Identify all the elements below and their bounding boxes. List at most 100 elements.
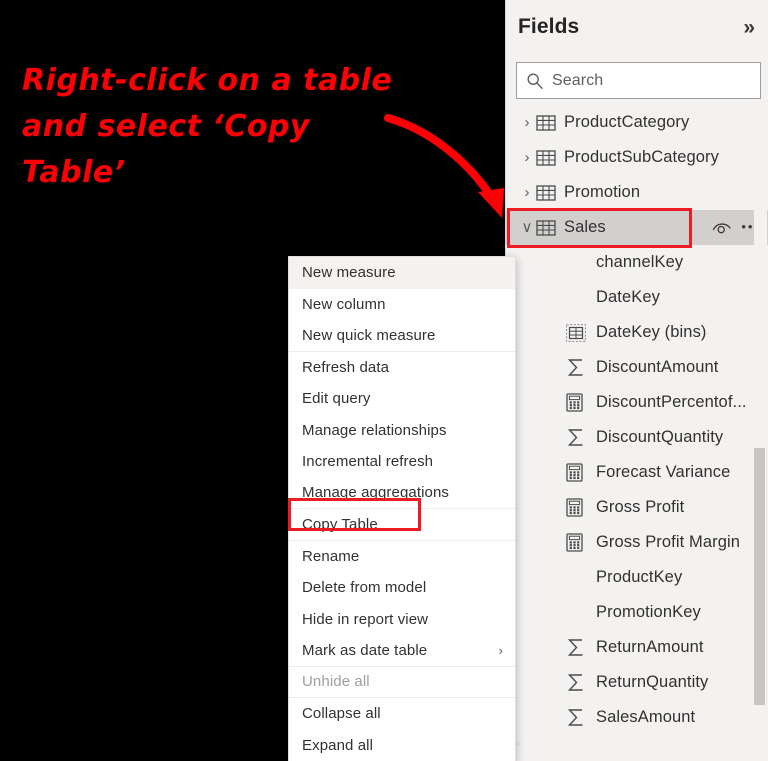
field-row-label: ReturnQuantity: [596, 673, 709, 691]
field-row[interactable]: DateKey: [506, 280, 768, 315]
field-row[interactable]: Gross Profit: [506, 490, 768, 525]
menu-item-new-column[interactable]: New column: [289, 289, 515, 321]
table-icon: [536, 149, 560, 167]
table-row-label: Sales: [564, 218, 606, 236]
menu-item-label: Rename: [302, 547, 360, 565]
table-row-label: Promotion: [564, 183, 641, 201]
field-row[interactable]: ReturnAmount: [506, 630, 768, 665]
fields-tree: › ProductCategory › ProductSubCategory › Prom…: [506, 105, 768, 761]
menu-item-label: Copy Table: [302, 515, 378, 533]
field-row-label: DiscountPercentof...: [596, 393, 747, 411]
menu-item-mark-as-date-table[interactable]: Mark as date table ›: [289, 635, 515, 667]
menu-item-collapse-all[interactable]: Collapse all: [289, 698, 515, 730]
table-row-productsubcategory[interactable]: › ProductSubCategory: [506, 140, 768, 175]
field-row-label: SalesAmount: [596, 708, 696, 726]
menu-item-edit-query[interactable]: Edit query: [289, 383, 515, 415]
submenu-chevron-right-icon: ›: [498, 642, 503, 658]
chevron-right-icon[interactable]: ›: [518, 115, 536, 130]
table-row-promotion[interactable]: › Promotion: [506, 175, 768, 210]
sigma-icon: [566, 638, 590, 657]
menu-item-label: Refresh data: [302, 358, 390, 376]
menu-item-label: Incremental refresh: [302, 453, 434, 471]
menu-item-label: Unhide all: [302, 673, 370, 691]
field-row-label: Gross Profit: [596, 498, 685, 516]
field-row[interactable]: ReturnQuantity: [506, 665, 768, 700]
field-row[interactable]: Gross Profit Margin: [506, 525, 768, 560]
fields-panel-header: Fields »: [506, 0, 768, 54]
menu-item-label: Manage relationships: [302, 421, 447, 439]
field-row-label: DiscountQuantity: [596, 428, 724, 446]
field-row-label: DateKey: [596, 288, 660, 306]
search-input[interactable]: Search: [516, 62, 761, 99]
field-row[interactable]: Forecast Variance: [506, 455, 768, 490]
menu-item-label: New measure: [302, 264, 396, 282]
table-icon: [536, 219, 560, 237]
field-row[interactable]: DiscountQuantity: [506, 420, 768, 455]
menu-item-label: Collapse all: [302, 705, 381, 723]
sigma-icon: [566, 708, 590, 727]
menu-item-delete-from-model[interactable]: Delete from model: [289, 572, 515, 604]
chevron-right-icon[interactable]: ›: [518, 150, 536, 165]
menu-item-label: Hide in report view: [302, 610, 429, 628]
table-row-productcategory[interactable]: › ProductCategory: [506, 105, 768, 140]
menu-item-expand-all[interactable]: Expand all: [289, 730, 515, 761]
menu-item-label: Expand all: [302, 736, 374, 754]
table-row-sales[interactable]: ∨ Sales •••: [506, 210, 768, 245]
field-row[interactable]: channelKey: [506, 245, 768, 280]
field-row-label: channelKey: [596, 253, 684, 271]
sigma-icon: [566, 673, 590, 692]
menu-item-manage-aggregations[interactable]: Manage aggregations: [289, 478, 515, 509]
screenshot-root: Right-click on a table and select ‘Copy …: [0, 0, 768, 761]
menu-item-label: New quick measure: [302, 326, 436, 344]
field-row[interactable]: DiscountPercentof...: [506, 385, 768, 420]
menu-item-label: Delete from model: [302, 579, 427, 597]
field-row[interactable]: DateKey (bins): [506, 315, 768, 350]
menu-item-label: Mark as date table: [302, 641, 428, 659]
menu-item-label: New column: [302, 295, 386, 313]
field-row-label: Forecast Variance: [596, 463, 731, 481]
field-row-label: Gross Profit Margin: [596, 533, 741, 551]
menu-item-new-measure[interactable]: New measure: [289, 257, 515, 289]
chevron-right-icon[interactable]: ›: [518, 185, 536, 200]
field-row-label: DateKey (bins): [596, 323, 707, 341]
table-icon: [536, 184, 560, 202]
menu-item-refresh-data[interactable]: Refresh data: [289, 352, 515, 384]
menu-item-unhide-all: Unhide all: [289, 667, 515, 698]
search-icon: [527, 72, 543, 89]
measure-icon: [566, 463, 590, 482]
table-icon: [536, 114, 560, 132]
search-placeholder: Search: [552, 71, 604, 89]
fields-panel: Fields » Search › ProductCategory › Product…: [505, 0, 768, 761]
table-context-menu: New measure New column New quick measure Re…: [288, 256, 516, 761]
field-row[interactable]: DiscountAmount: [506, 350, 768, 385]
eye-icon[interactable]: [712, 221, 732, 235]
field-row[interactable]: PromotionKey: [506, 595, 768, 630]
field-row[interactable]: ProductKey: [506, 560, 768, 595]
menu-item-incremental-refresh[interactable]: Incremental refresh: [289, 446, 515, 478]
field-row-label: ProductKey: [596, 568, 683, 586]
vertical-scrollbar-track[interactable]: [754, 105, 767, 753]
menu-item-hide-in-report-view[interactable]: Hide in report view: [289, 604, 515, 636]
panel-bottom-strip: [505, 745, 768, 761]
menu-item-label: Edit query: [302, 390, 371, 408]
measure-icon: [566, 498, 590, 517]
menu-item-rename[interactable]: Rename: [289, 541, 515, 573]
measure-icon: [566, 533, 590, 552]
field-row[interactable]: SalesAmount: [506, 700, 768, 735]
menu-item-new-quick-measure[interactable]: New quick measure: [289, 320, 515, 352]
field-row-label: PromotionKey: [596, 603, 701, 621]
page-title: Fields: [518, 15, 580, 38]
vertical-scrollbar-thumb[interactable]: [754, 448, 765, 705]
chevron-double-right-icon[interactable]: »: [743, 17, 755, 38]
menu-item-label: Manage aggregations: [302, 484, 450, 502]
measure-icon: [566, 393, 590, 412]
field-row-label: ReturnAmount: [596, 638, 704, 656]
table-row-label: ProductCategory: [564, 113, 690, 131]
menu-item-copy-table[interactable]: Copy Table: [289, 509, 515, 541]
field-row-label: DiscountAmount: [596, 358, 719, 376]
chevron-down-icon[interactable]: ∨: [518, 220, 536, 235]
sigma-icon: [566, 358, 590, 377]
table-row-label: ProductSubCategory: [564, 148, 719, 166]
menu-item-manage-relationships[interactable]: Manage relationships: [289, 415, 515, 447]
bins-icon: [566, 323, 590, 342]
